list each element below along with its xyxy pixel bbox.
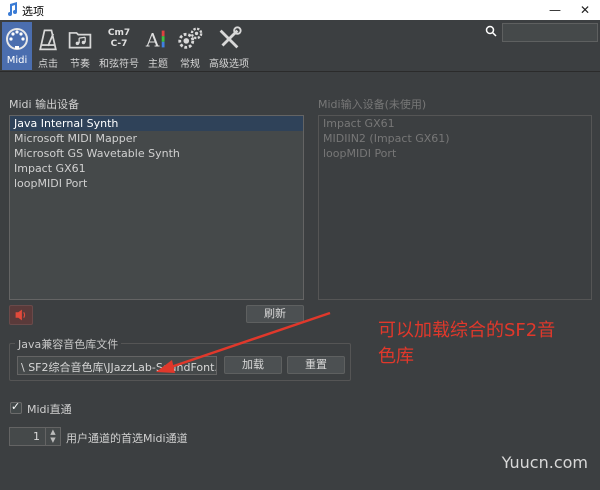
tab-chord-symbols[interactable]: Cm7 C-7 和弦符号 <box>97 22 141 70</box>
tab-midi[interactable]: Midi <box>2 22 32 70</box>
list-item: MIDIIN2 (Impact GX61) <box>323 132 450 145</box>
soundfont-path-field[interactable]: \ SF2综合音色库\JJazzLab-SoundFont.sf2 <box>17 356 217 375</box>
svg-text:A: A <box>145 30 160 51</box>
search-icon <box>485 25 497 37</box>
list-item[interactable]: Impact GX61 <box>10 161 303 176</box>
tab-advanced[interactable]: 高级选项 <box>207 22 251 70</box>
annotation-line: 色库 <box>378 346 414 367</box>
spinner-down-icon[interactable]: ▼ <box>46 436 60 444</box>
list-item[interactable]: Microsoft MIDI Mapper <box>10 131 303 146</box>
list-item: loopMIDI Port <box>323 147 397 160</box>
music-note-icon <box>8 2 17 16</box>
tab-label: 常规 <box>180 59 200 70</box>
tab-theme[interactable]: A 主题 <box>143 22 173 70</box>
search-input[interactable] <box>502 23 598 42</box>
channel-spinner[interactable]: 1 ▲ ▼ <box>9 427 61 446</box>
midi-connector-icon <box>6 28 28 50</box>
tools-icon <box>219 26 242 49</box>
reset-button[interactable]: 重置 <box>287 356 345 374</box>
tab-label: 点击 <box>38 59 58 70</box>
checkmark-icon: ✓ <box>11 400 21 413</box>
tab-label: 和弦符号 <box>99 59 139 70</box>
tab-label: 节奏 <box>70 59 90 70</box>
spinner-up-icon[interactable]: ▲ <box>46 428 60 436</box>
gear-icon <box>178 27 203 49</box>
metronome-icon <box>39 29 57 51</box>
list-item[interactable]: loopMIDI Port <box>10 176 303 191</box>
title-bar: 选项 — ✕ <box>0 0 600 20</box>
channel-value[interactable]: 1 <box>33 430 40 443</box>
midi-in-list: Impact GX61 MIDIIN2 (Impact GX61) loopMI… <box>318 115 592 300</box>
midi-thru-checkbox[interactable]: ✓ <box>10 400 22 414</box>
load-button[interactable]: 加载 <box>224 356 282 374</box>
tab-label: 主题 <box>148 59 168 70</box>
folder-music-icon <box>68 32 92 49</box>
soundfont-group-title: Java兼容音色库文件 <box>15 336 122 352</box>
midi-out-list[interactable]: Java Internal Synth Microsoft MIDI Mappe… <box>9 115 304 300</box>
midi-in-label: Midi输入设备(未使用) <box>318 98 427 111</box>
tab-click[interactable]: 点击 <box>34 22 62 70</box>
chord-symbol-icon: Cm7 C-7 <box>99 24 139 54</box>
watermark: Yuucn.com <box>501 453 588 472</box>
test-sound-button[interactable] <box>9 305 33 325</box>
theme-icon: A <box>145 30 165 51</box>
minimize-button[interactable]: — <box>540 0 570 20</box>
midi-thru-label: Midi直通 <box>27 403 72 416</box>
window-title: 选项 <box>22 5 44 18</box>
tab-label: 高级选项 <box>209 59 249 70</box>
midi-out-label: Midi 输出设备 <box>9 98 80 111</box>
speaker-icon <box>15 309 26 321</box>
annotation-text: 可以加载综合的SF2音 色库 <box>378 318 598 370</box>
list-item[interactable]: Microsoft GS Wavetable Synth <box>10 146 303 161</box>
refresh-button[interactable]: 刷新 <box>246 305 304 323</box>
list-item: Impact GX61 <box>323 117 395 130</box>
chord-top-text: Cm7 <box>107 28 131 38</box>
chord-bottom-text: C-7 <box>110 39 128 49</box>
list-item[interactable]: Java Internal Synth <box>10 116 303 131</box>
annotation-line: 可以加载综合的SF2音 <box>378 320 556 341</box>
spinner-arrows[interactable]: ▲ ▼ <box>45 428 60 445</box>
close-button[interactable]: ✕ <box>570 0 600 20</box>
channel-label: 用户通道的首选Midi通道 <box>66 432 188 445</box>
tab-general[interactable]: 常规 <box>175 22 205 70</box>
tab-label: Midi <box>6 55 28 66</box>
tab-rhythm[interactable]: 节奏 <box>65 22 95 70</box>
